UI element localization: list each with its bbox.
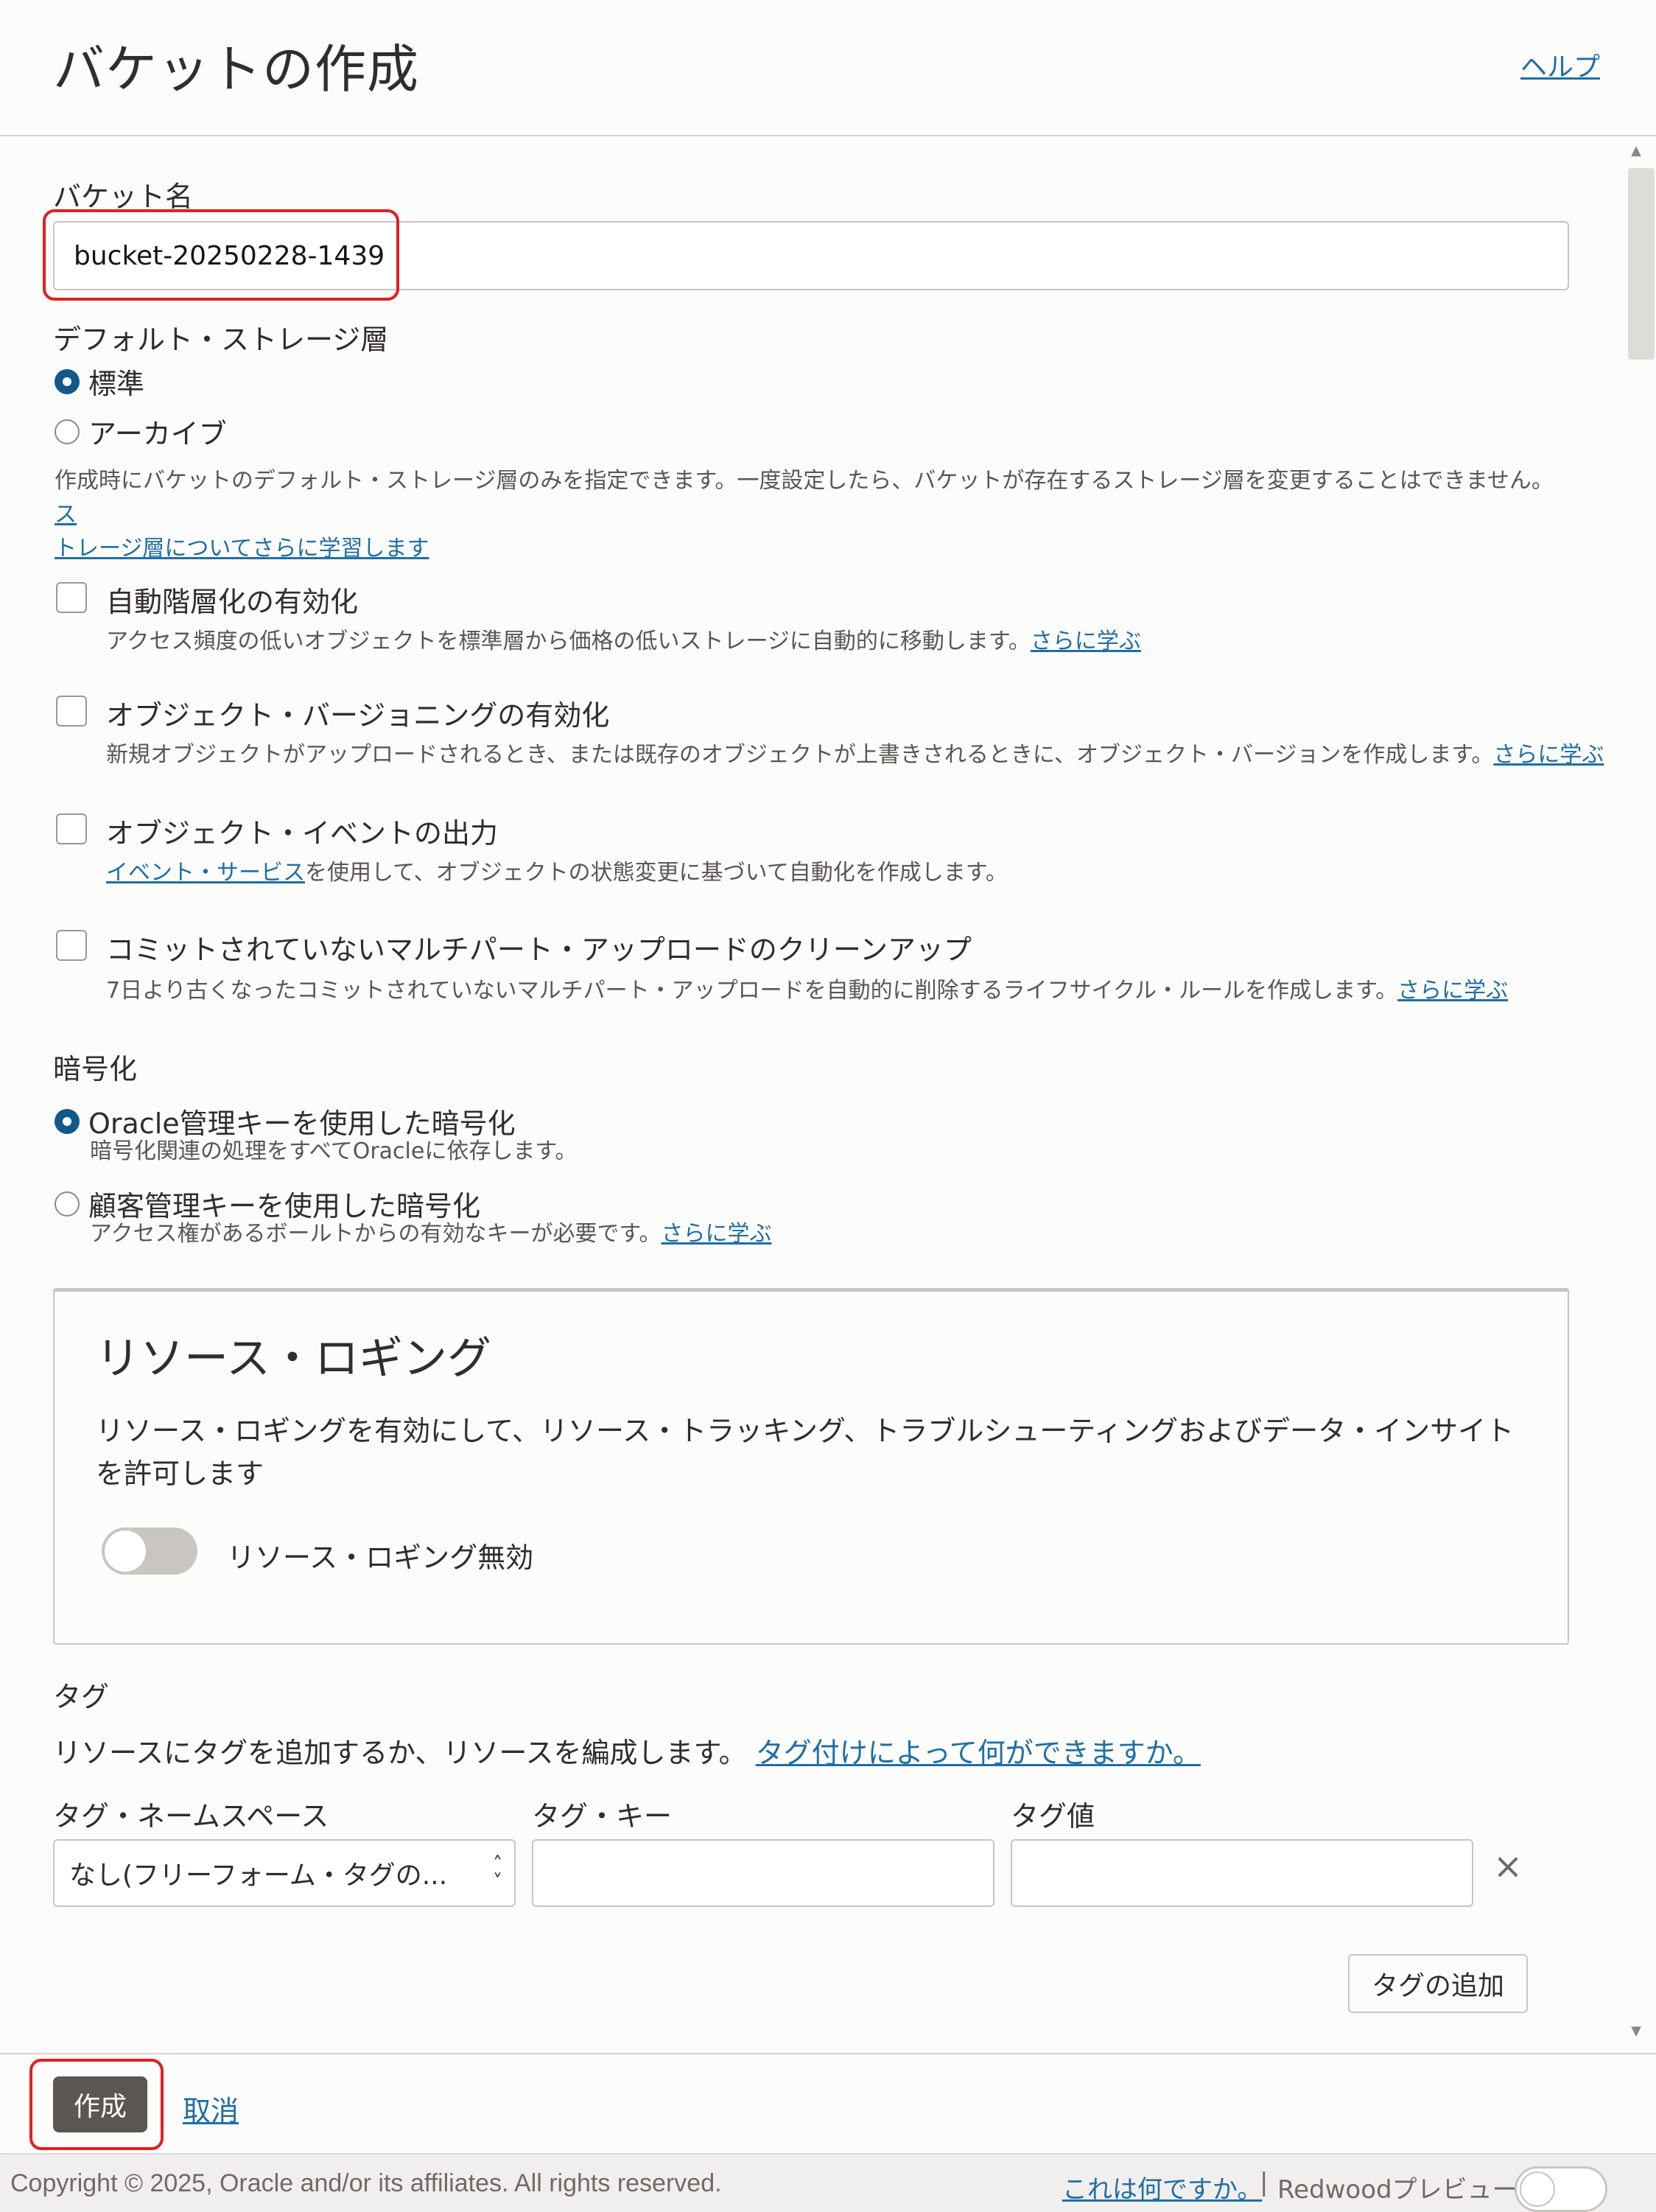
tag-key-input[interactable] — [532, 1839, 994, 1907]
page-title: バケットの作成 — [53, 39, 419, 99]
customer-managed-key-desc: アクセス権があるボールトからの有効なキーが必要です。さらに学ぶ — [90, 1221, 772, 1247]
storage-tier-archive-option[interactable]: アーカイブ — [55, 411, 227, 452]
storage-tier-label: デフォルト・ストレージ層 — [53, 323, 389, 356]
create-button-highlight — [29, 2059, 164, 2150]
customer-managed-key-learn-more-link[interactable]: さらに学ぶ — [662, 1221, 772, 1247]
storage-tier-help: 作成時にバケットのデフォルト・ストレージ層のみを指定できます。一度設定したら、バ… — [55, 468, 1554, 561]
tagging-help-link[interactable]: タグ付けによって何ができますか。 — [756, 1737, 1201, 1769]
remove-tag-close-icon[interactable]: × — [1490, 1848, 1526, 1885]
add-tag-button[interactable]: タグの追加 — [1348, 1954, 1528, 2013]
storage-tier-archive-label: アーカイブ — [88, 418, 227, 450]
emit-object-events-label: オブジェクト・イベントの出力 — [106, 817, 499, 850]
tag-value-input[interactable] — [1011, 1839, 1473, 1907]
radio-unselected-icon[interactable] — [55, 1191, 80, 1217]
bucket-name-highlight — [43, 209, 399, 301]
resource-logging-toggle[interactable] — [102, 1527, 197, 1575]
multipart-cleanup-desc: 7日より古くなったコミットされていないマルチパート・アップロードを自動的に削除す… — [106, 978, 1509, 1004]
emit-object-events-desc: イベント・サービスを使用して、オブジェクトの状態変更に基づいて自動化を作成します… — [106, 860, 1008, 886]
select-updown-icon: ˄ ˅ — [493, 1853, 502, 1893]
events-service-link[interactable]: イベント・サービス — [106, 860, 305, 886]
scroll-up-arrow-icon[interactable]: ▲ — [1628, 143, 1644, 159]
storage-tier-standard-option[interactable]: 標準 — [55, 361, 144, 402]
auto-tiering-checkbox[interactable] — [56, 582, 87, 613]
resource-logging-panel: リソース・ロギング リソース・ロギングを有効にして、リソース・トラッキング、トラ… — [53, 1288, 1569, 1645]
tag-namespace-selected-value: なし(フリーフォーム・タグの... — [69, 1861, 448, 1891]
page-footer: Copyright © 2025, Oracle and/or its affi… — [0, 2153, 1656, 2212]
resource-logging-desc: リソース・ロギングを有効にして、リソース・トラッキング、トラブルシューティングお… — [96, 1415, 1515, 1490]
auto-tiering-desc: アクセス頻度の低いオブジェクトを標準層から価格の低いストレージに自動的に移動しま… — [106, 629, 1141, 654]
emit-object-events-checkbox[interactable] — [56, 813, 87, 844]
object-versioning-label: オブジェクト・バージョニングの有効化 — [106, 699, 610, 732]
storage-tier-standard-label: 標準 — [88, 368, 145, 400]
bucket-name-label: バケット名 — [53, 181, 194, 213]
tag-namespace-select[interactable]: なし(フリーフォーム・タグの... ˄ ˅ — [53, 1839, 516, 1907]
object-versioning-checkbox[interactable] — [56, 696, 87, 727]
whats-this-link[interactable]: これは何ですか。 — [1062, 2169, 1262, 2205]
multipart-cleanup-checkbox[interactable] — [56, 930, 87, 961]
resource-logging-toggle-label: リソース・ロギング無効 — [227, 1541, 534, 1574]
redwood-preview-label: Redwoodプレビュー — [1277, 2175, 1518, 2205]
toggle-knob — [105, 1530, 146, 1572]
multipart-cleanup-learn-more-link[interactable]: さらに学ぶ — [1397, 978, 1508, 1004]
encryption-label: 暗号化 — [53, 1053, 138, 1085]
auto-tiering-label: 自動階層化の有効化 — [106, 586, 359, 618]
help-link[interactable]: ヘルプ — [1520, 46, 1600, 84]
tag-namespace-label: タグ・ネームスペース — [53, 1800, 329, 1833]
tags-desc: リソースにタグを追加するか、リソースを編成します。 タグ付けによって何ができます… — [53, 1737, 1201, 1769]
toggle-knob — [1520, 2171, 1555, 2207]
copyright-text: Copyright © 2025, Oracle and/or its affi… — [10, 2169, 722, 2197]
radio-unselected-icon[interactable] — [55, 419, 80, 444]
page-header: バケットの作成 ヘルプ — [0, 0, 1656, 136]
oracle-managed-key-desc: 暗号化関連の処理をすべてOracleに依存します。 — [90, 1138, 578, 1164]
tag-value-label: タグ値 — [1011, 1800, 1095, 1833]
action-bar: 作成 取消 — [0, 2053, 1656, 2155]
radio-selected-icon[interactable] — [55, 1108, 80, 1134]
redwood-preview-toggle[interactable] — [1515, 2166, 1607, 2212]
storage-tier-learn-more-link-part2[interactable]: トレージ層についてさらに学習します — [55, 536, 429, 561]
scroll-down-arrow-icon[interactable]: ▼ — [1628, 2023, 1644, 2040]
auto-tiering-learn-more-link[interactable]: さらに学ぶ — [1031, 629, 1141, 654]
object-versioning-learn-more-link[interactable]: さらに学ぶ — [1493, 742, 1604, 768]
radio-selected-icon[interactable] — [55, 368, 80, 394]
resource-logging-title: リソース・ロギング — [96, 1333, 491, 1385]
tag-key-label: タグ・キー — [532, 1800, 673, 1833]
scrollbar-thumb[interactable] — [1628, 168, 1655, 360]
cancel-link[interactable]: 取消 — [183, 2088, 239, 2129]
tags-label: タグ — [53, 1681, 110, 1713]
object-versioning-desc: 新規オブジェクトがアップロードされるとき、または既存のオブジェクトが上書きされる… — [106, 742, 1604, 768]
storage-tier-learn-more-link-part1[interactable]: ス — [55, 502, 77, 528]
multipart-cleanup-label: コミットされていないマルチパート・アップロードのクリーンアップ — [106, 934, 972, 966]
footer-separator: | — [1260, 2168, 1269, 2197]
